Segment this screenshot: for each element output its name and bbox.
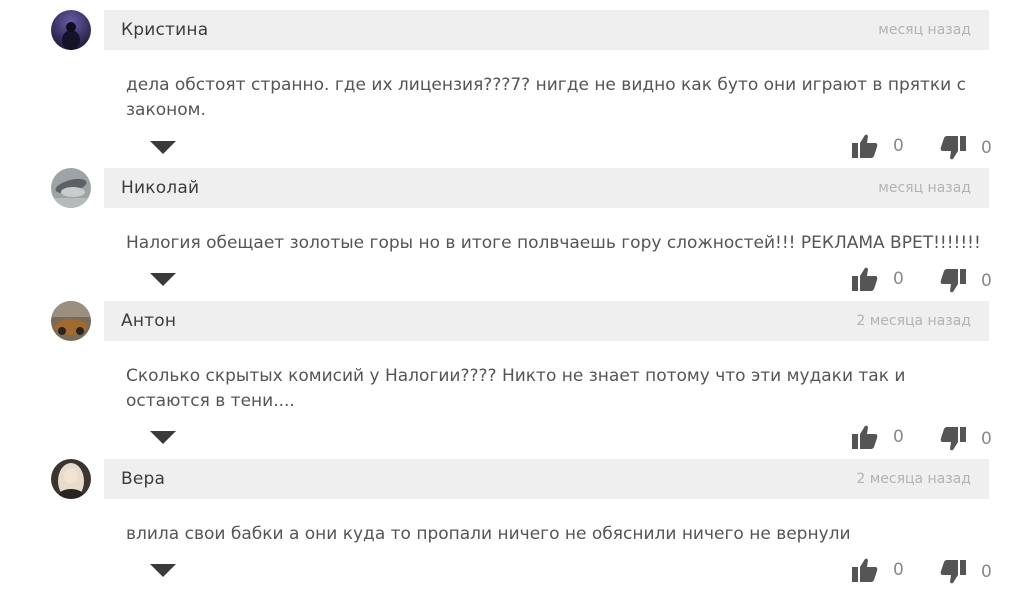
dislike-count: 0 bbox=[981, 271, 992, 291]
avatar[interactable] bbox=[51, 10, 91, 50]
comment-header: Кристина месяц назад bbox=[104, 10, 989, 50]
comment-text: Сколько скрытых комисий у Налогии???? Ни… bbox=[126, 366, 906, 411]
comment-time: месяц назад bbox=[878, 22, 971, 38]
comment-text: дела обстоят странно. где их лицензия???… bbox=[126, 75, 966, 120]
comment-time: месяц назад bbox=[878, 180, 971, 196]
dislike-button[interactable]: 0 bbox=[940, 136, 992, 160]
comment-header: Вера 2 месяца назад bbox=[104, 459, 989, 499]
author-name: Кристина bbox=[121, 20, 209, 40]
comment-header: Николай месяц назад bbox=[104, 168, 989, 208]
thumbs-down-icon bbox=[940, 427, 966, 451]
dislike-button[interactable]: 0 bbox=[940, 560, 992, 584]
comments-list: Кристина месяц назад дела обстоят странн… bbox=[0, 0, 1025, 601]
comment: Антон 2 месяца назад Сколько скрытых ком… bbox=[0, 301, 1025, 451]
expand-replies-icon[interactable] bbox=[150, 563, 176, 577]
like-count: 0 bbox=[893, 269, 904, 289]
dislike-button[interactable]: 0 bbox=[940, 269, 992, 293]
comment-text: Налогия обещает золотые горы но в итоге … bbox=[126, 233, 981, 253]
author-name: Антон bbox=[121, 311, 177, 331]
like-button[interactable]: 0 bbox=[852, 134, 904, 158]
comment-time: 2 месяца назад bbox=[856, 313, 971, 329]
expand-replies-icon[interactable] bbox=[150, 140, 176, 154]
avatar[interactable] bbox=[51, 459, 91, 499]
author-name: Николай bbox=[121, 178, 200, 198]
dislike-count: 0 bbox=[981, 429, 992, 449]
thumbs-up-icon bbox=[852, 267, 878, 291]
avatar[interactable] bbox=[51, 301, 91, 341]
like-count: 0 bbox=[893, 560, 904, 580]
thumbs-up-icon bbox=[852, 425, 878, 449]
thumbs-up-icon bbox=[852, 134, 878, 158]
like-button[interactable]: 0 bbox=[852, 558, 904, 582]
avatar[interactable] bbox=[51, 168, 91, 208]
comment-header: Антон 2 месяца назад bbox=[104, 301, 989, 341]
thumbs-down-icon bbox=[940, 560, 966, 584]
dislike-button[interactable]: 0 bbox=[940, 427, 992, 451]
like-button[interactable]: 0 bbox=[852, 267, 904, 291]
like-button[interactable]: 0 bbox=[852, 425, 904, 449]
comment: Кристина месяц назад дела обстоят странн… bbox=[0, 10, 1025, 160]
thumbs-down-icon bbox=[940, 136, 966, 160]
like-count: 0 bbox=[893, 427, 904, 447]
author-name: Вера bbox=[121, 469, 166, 489]
comment-time: 2 месяца назад bbox=[856, 471, 971, 487]
comment-text: влила свои бабки а они куда то пропали н… bbox=[126, 524, 851, 544]
dislike-count: 0 bbox=[981, 562, 992, 582]
expand-replies-icon[interactable] bbox=[150, 430, 176, 444]
thumbs-up-icon bbox=[852, 558, 878, 582]
comment: Вера 2 месяца назад влила свои бабки а о… bbox=[0, 459, 1025, 589]
dislike-count: 0 bbox=[981, 138, 992, 158]
comment: Николай месяц назад Налогия обещает золо… bbox=[0, 168, 1025, 298]
thumbs-down-icon bbox=[940, 269, 966, 293]
like-count: 0 bbox=[893, 136, 904, 156]
expand-replies-icon[interactable] bbox=[150, 272, 176, 286]
